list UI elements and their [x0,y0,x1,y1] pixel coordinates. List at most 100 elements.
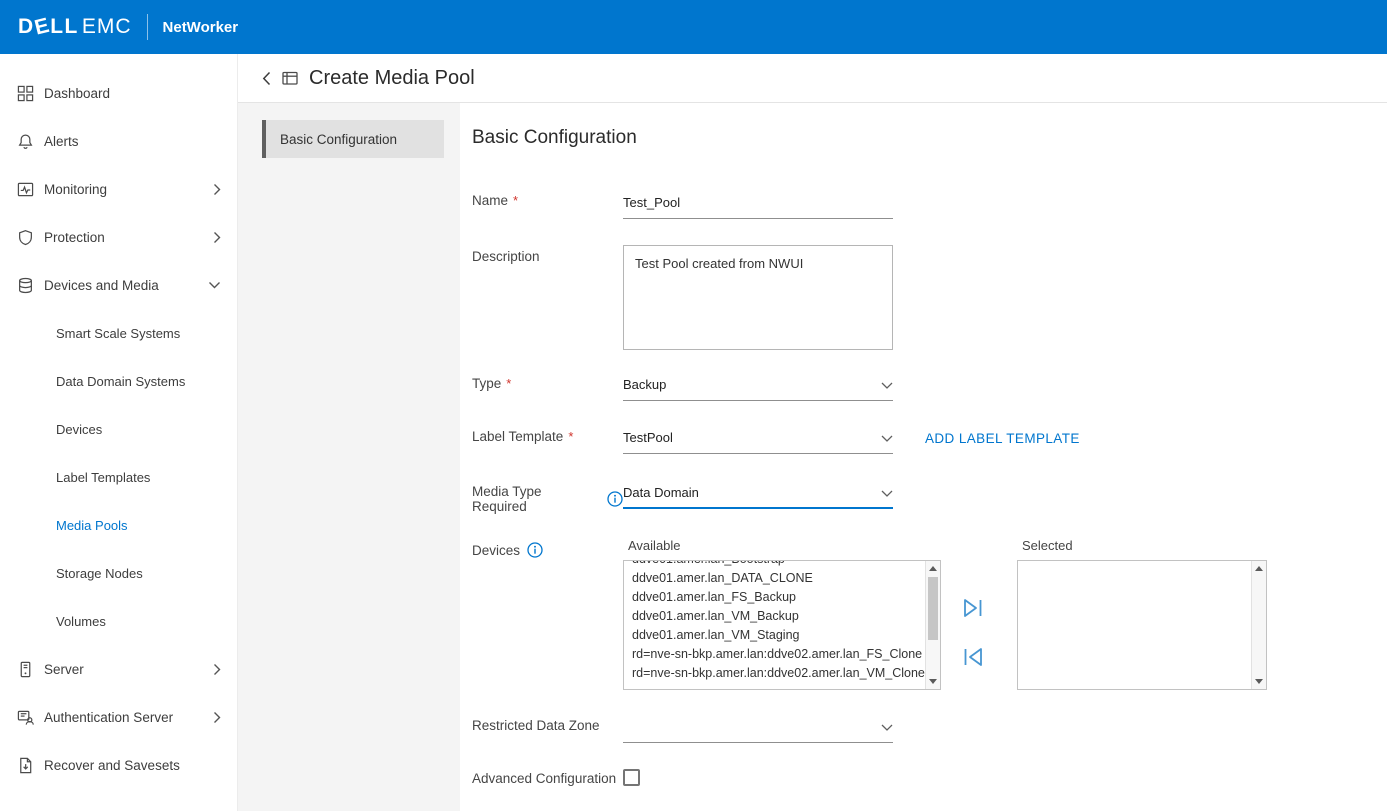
wizard-step-panel: Basic Configuration [238,103,460,811]
sidebar-subitem-storage-nodes[interactable]: Storage Nodes [0,549,237,597]
devices-row: Devices Available ddve01.amer.lan_Bootst… [472,538,1387,690]
back-button[interactable] [258,67,275,90]
available-title: Available [623,538,941,553]
type-select[interactable]: Backup [623,372,893,401]
restricted-data-zone-select[interactable] [623,714,893,743]
chevron-right-icon [213,231,221,244]
description-textarea[interactable]: Test Pool created from NWUI [623,245,893,350]
sidebar-item-devices-and-media[interactable]: Devices and Media [0,261,237,309]
page-title: Create Media Pool [309,67,475,90]
top-bar: DELLEMC NetWorker [0,0,1387,54]
transfer-buttons [959,594,987,671]
scroll-down-button[interactable] [1252,674,1266,689]
sidebar-item-monitoring[interactable]: Monitoring [0,165,237,213]
advanced-configuration-row: Advanced Configuration [472,767,1387,786]
sidebar-subitem-media-pools[interactable]: Media Pools [0,501,237,549]
dell-emc-logo: DELLEMC [18,15,132,39]
add-label-template-link[interactable]: ADD LABEL TEMPLATE [925,431,1080,454]
server-icon [16,660,34,678]
scroll-up-button[interactable] [926,561,940,576]
sidebar-item-label: Devices and Media [44,278,159,293]
sidebar-subitem-data-domain-systems[interactable]: Data Domain Systems [0,357,237,405]
sidebar-subitem-label: Data Domain Systems [56,374,185,389]
sidebar-item-label: Authentication Server [44,710,173,725]
device-option[interactable]: ddve01.amer.lan_FS_Backup [624,588,925,607]
chevron-down-icon [881,719,893,734]
chevron-down-icon [881,485,893,500]
sidebar-subitem-smart-scale-systems[interactable]: Smart Scale Systems [0,309,237,357]
sidebar-subitem-label: Media Pools [56,518,128,533]
device-option[interactable]: rd=nve-sn-bkp.amer.lan:ddve02.amer.lan_V… [624,664,925,683]
selected-listbox[interactable] [1017,560,1267,690]
restricted-data-zone-label: Restricted Data Zone [472,714,623,733]
sidebar-item-recover-and-savesets[interactable]: Recover and Savesets [0,741,237,789]
label-template-select-value: TestPool [623,430,673,445]
label-template-label: Label Template * [472,425,623,444]
device-option[interactable]: ddve01.amer.lan_VM_Staging [624,626,925,645]
media-type-select-value: Data Domain [623,485,699,500]
sidebar-subitem-label: Devices [56,422,102,437]
sidebar: Dashboard Alerts Monitoring Protection D… [0,54,238,811]
monitoring-chart-icon [16,180,34,198]
sidebar-item-label: Monitoring [44,182,107,197]
scroll-thumb[interactable] [928,577,938,640]
sidebar-item-authentication-server[interactable]: Authentication Server [0,693,237,741]
media-type-select[interactable]: Data Domain [623,480,893,509]
bell-icon [16,132,34,150]
available-list: ddve01.amer.lan_Bootstrap ddve01.amer.la… [624,560,925,683]
available-scrollbar[interactable] [925,561,940,689]
label-template-select[interactable]: TestPool [623,425,893,454]
recover-document-icon [16,756,34,774]
name-input[interactable] [623,189,893,219]
tab-label: Basic Configuration [280,132,397,147]
media-pool-icon [281,69,299,87]
required-asterisk: * [513,193,518,208]
device-option[interactable]: ddve01.amer.lan_DATA_CLONE [624,569,925,588]
media-type-row: Media Type Required Data Domain [472,480,1387,514]
sidebar-item-label: Alerts [44,134,79,149]
chevron-down-icon [881,430,893,445]
type-select-value: Backup [623,377,666,392]
sidebar-item-alerts[interactable]: Alerts [0,117,237,165]
chevron-right-icon [213,711,221,724]
media-type-label: Media Type Required [472,480,623,514]
sidebar-subitem-volumes[interactable]: Volumes [0,597,237,645]
tab-basic-configuration[interactable]: Basic Configuration [262,120,444,158]
scroll-up-button[interactable] [1252,561,1266,576]
sidebar-subitem-label-templates[interactable]: Label Templates [0,453,237,501]
sidebar-item-protection[interactable]: Protection [0,213,237,261]
info-icon[interactable] [527,542,543,558]
sidebar-item-label: Server [44,662,84,677]
type-row: Type * Backup [472,372,1387,401]
scroll-down-button[interactable] [926,674,940,689]
section-title: Basic Configuration [472,127,1387,149]
description-label: Description [472,245,623,264]
logo-divider [147,14,148,40]
move-left-button[interactable] [959,643,987,671]
database-stack-icon [16,276,34,294]
advanced-configuration-label: Advanced Configuration [472,767,623,786]
name-row: Name * [472,189,1387,219]
shield-icon [16,228,34,246]
selected-title: Selected [1017,538,1267,553]
device-option[interactable]: ddve01.amer.lan_VM_Backup [624,607,925,626]
form-area: Basic Configuration Name * Description T… [460,103,1387,811]
info-icon[interactable] [607,491,623,507]
name-label: Name * [472,189,623,208]
chevron-right-icon [213,183,221,196]
selected-scrollbar[interactable] [1251,561,1266,689]
dashboard-grid-icon [16,84,34,102]
sidebar-item-label: Protection [44,230,105,245]
chevron-right-icon [213,663,221,676]
move-right-button[interactable] [959,594,987,622]
device-option[interactable]: ddve01.amer.lan_Bootstrap [624,560,925,569]
logo-letter: LL [50,15,79,39]
sidebar-item-server[interactable]: Server [0,645,237,693]
chevron-down-icon [208,281,221,289]
advanced-configuration-checkbox[interactable] [623,769,640,786]
sidebar-subitem-devices[interactable]: Devices [0,405,237,453]
app-title: NetWorker [163,19,239,36]
sidebar-item-dashboard[interactable]: Dashboard [0,69,237,117]
available-listbox[interactable]: ddve01.amer.lan_Bootstrap ddve01.amer.la… [623,560,941,690]
device-option[interactable]: rd=nve-sn-bkp.amer.lan:ddve02.amer.lan_F… [624,645,925,664]
